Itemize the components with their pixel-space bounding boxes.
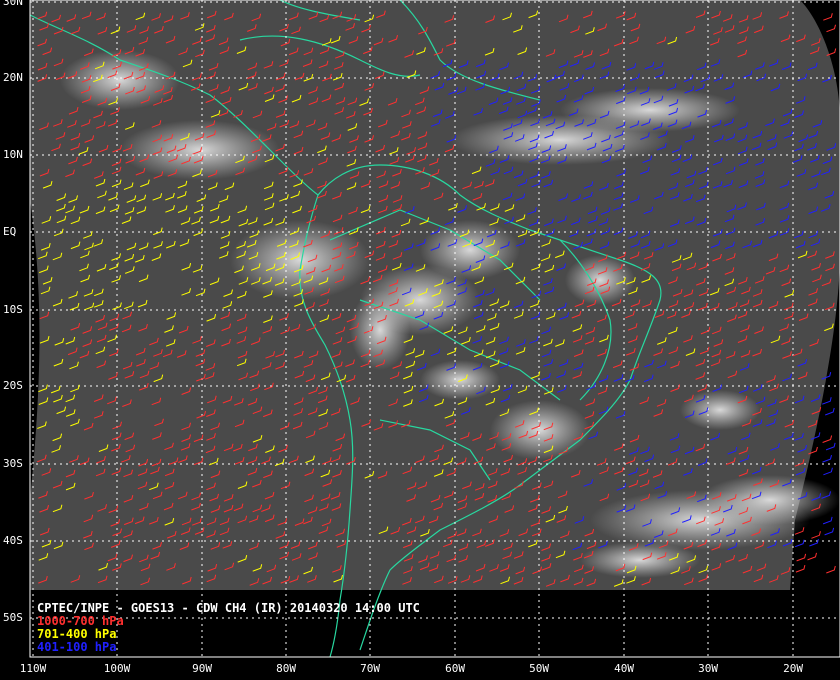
latitude-label: 10S [3,303,23,316]
longitude-label: 80W [276,662,296,675]
latitude-label: 20S [3,379,23,392]
legend-item-high: 401-100 hPa [37,640,117,654]
latitude-label: 30S [3,457,23,470]
latitude-label: 40S [3,534,23,547]
longitude-label: 50W [529,662,549,675]
longitude-label: 60W [445,662,465,675]
latitude-label: 30N [3,0,23,8]
latitude-label: 20N [3,71,23,84]
longitude-label: 90W [192,662,212,675]
cloud-patch [560,88,740,132]
longitude-label: 70W [360,662,380,675]
cloud-patch [420,360,500,400]
latitude-label: 10N [3,148,23,161]
satellite-map [0,0,840,680]
cloud-patch [420,220,520,280]
cloud-patch [490,400,590,460]
longitude-label: 100W [103,662,131,675]
map-caption: CPTEC/INPE - GOES13 - CDW CH4 (IR) 20140… [37,602,420,654]
longitude-label: 40W [614,662,634,675]
latitude-label: EQ [3,225,17,238]
longitude-label: 30W [698,662,718,675]
cloud-patch [700,475,840,525]
cloud-patch [350,290,410,370]
longitude-label: 20W [783,662,803,675]
longitude-label: 110W [19,662,47,675]
latitude-label: 50S [3,611,23,624]
